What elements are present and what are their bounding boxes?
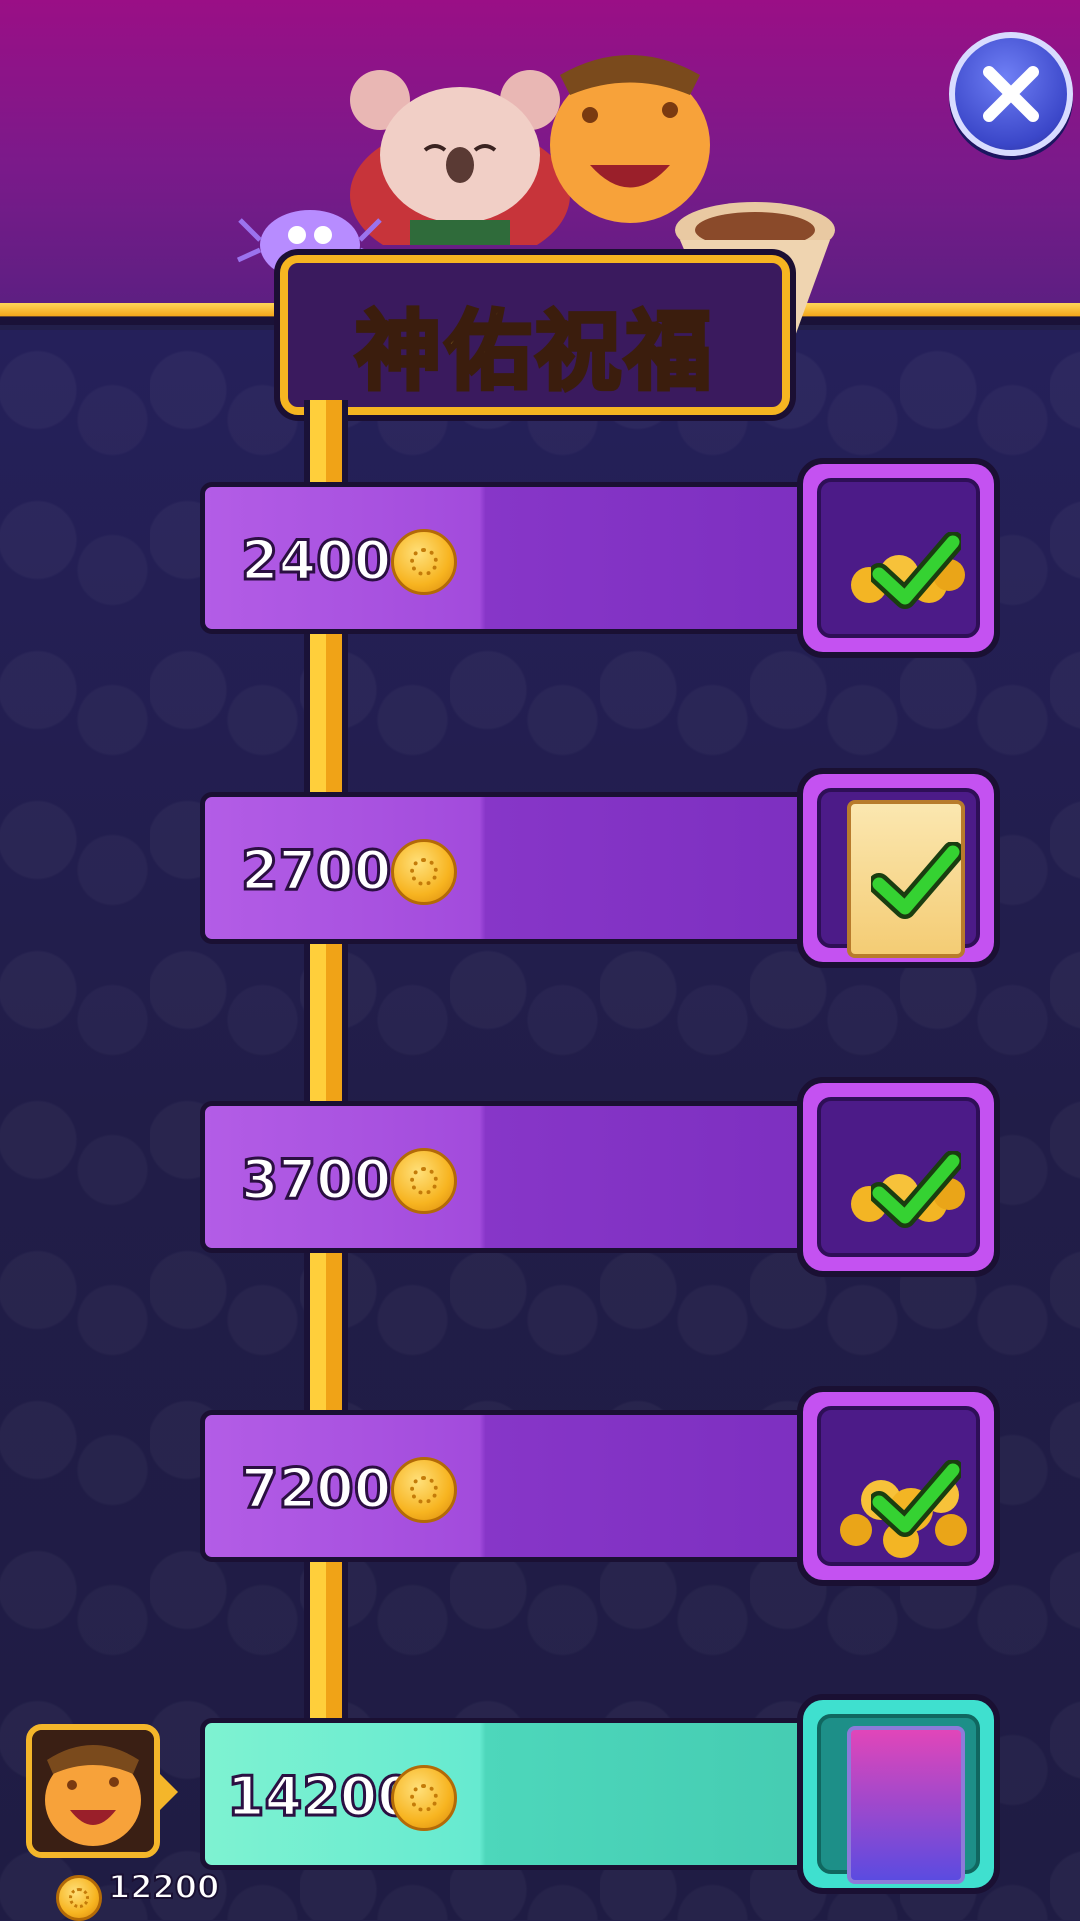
tier-bar: 7200 [200,1410,820,1562]
tier-value: 2700 [239,838,392,904]
check-icon [871,532,961,609]
check-icon [871,1151,961,1228]
close-button[interactable] [949,32,1073,156]
close-icon [983,66,1039,122]
coin-icon [391,1457,457,1523]
tier-row[interactable]: 7200 [200,1386,1000,1586]
reward-inner [817,1714,980,1884]
tier-row[interactable]: 2400 [200,458,1000,658]
balance-value: 12200 [107,1867,220,1907]
reward-slot[interactable] [797,768,1000,968]
reward-slot[interactable] [797,1386,1000,1586]
reward-inner [817,478,980,638]
tier-bar: 14200 [200,1718,820,1870]
tier-value: 7200 [239,1456,392,1522]
check-icon [871,842,961,919]
avatar-pointer [160,1774,178,1810]
reward-slot[interactable] [797,1077,1000,1277]
coin-icon [391,529,457,595]
tier-row-current[interactable]: 14200 [200,1694,1000,1894]
reward-inner [817,1097,980,1257]
tier-row[interactable]: 3700 [200,1077,1000,1277]
reward-inner [817,788,980,958]
tier-bar: 2700 [200,792,820,944]
tier-value: 2400 [239,528,392,594]
coin-icon [56,1875,102,1921]
tier-value: 14200 [226,1764,417,1830]
coin-icon [391,1765,457,1831]
tier-row[interactable]: 2700 [200,768,1000,968]
reward-slot[interactable] [797,1694,1000,1894]
reward-slot[interactable] [797,458,1000,658]
coin-icon [391,839,457,905]
tier-bar: 3700 [200,1101,820,1253]
page-title: 神佑祝福 [353,300,715,404]
rare-card-icon [847,1726,965,1884]
tier-value: 3700 [239,1147,392,1213]
title-plate: 神佑祝福 [280,255,790,415]
leopard-avatar-icon [32,1730,154,1852]
avatar[interactable] [26,1724,160,1858]
reward-inner [817,1406,980,1566]
tier-bar: 2400 [200,482,820,634]
check-icon [871,1460,961,1537]
coin-icon [391,1148,457,1214]
